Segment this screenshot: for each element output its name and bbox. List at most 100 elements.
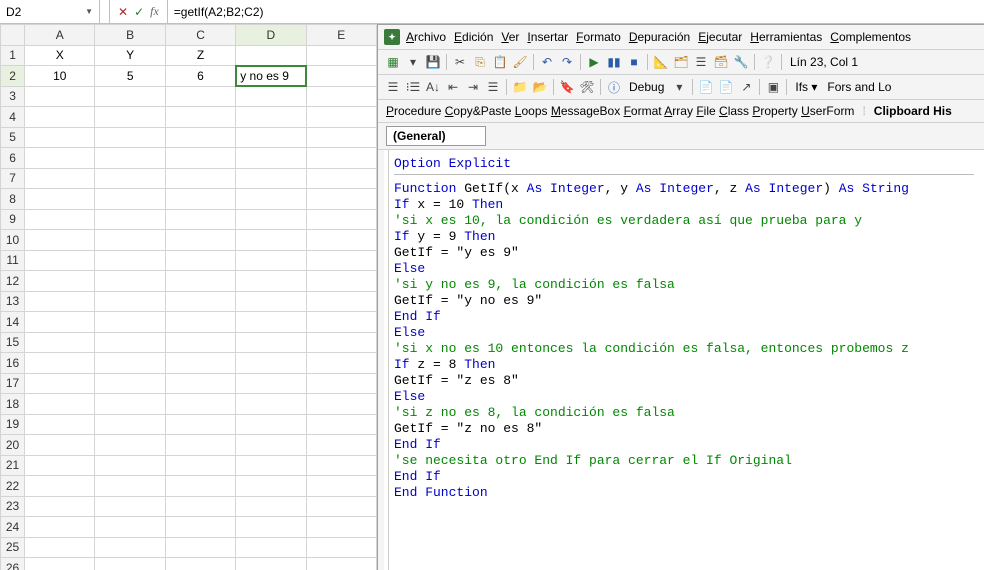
folder-open-icon[interactable]: 📂 bbox=[531, 78, 549, 96]
cell[interactable] bbox=[165, 558, 235, 570]
row-header[interactable]: 18 bbox=[1, 394, 25, 415]
paste-icon[interactable]: 📋 bbox=[491, 53, 509, 71]
cell[interactable] bbox=[165, 496, 235, 517]
cell[interactable] bbox=[165, 332, 235, 353]
folder-icon[interactable]: 📁 bbox=[511, 78, 529, 96]
row-header[interactable]: 24 bbox=[1, 517, 25, 538]
row-header[interactable]: 11 bbox=[1, 250, 25, 271]
dropdown-icon[interactable]: ▾ bbox=[404, 53, 422, 71]
cell[interactable] bbox=[236, 353, 306, 374]
cancel-icon[interactable]: ✕ bbox=[118, 5, 128, 19]
cell[interactable] bbox=[306, 168, 376, 189]
cell[interactable] bbox=[306, 312, 376, 333]
toolbox-icon[interactable]: 🔧 bbox=[732, 53, 750, 71]
cell[interactable] bbox=[95, 107, 165, 128]
cell[interactable] bbox=[236, 312, 306, 333]
cell[interactable] bbox=[306, 394, 376, 415]
cell[interactable] bbox=[165, 230, 235, 251]
column-header[interactable]: C bbox=[165, 25, 235, 46]
cell[interactable] bbox=[25, 189, 95, 210]
cell[interactable] bbox=[306, 353, 376, 374]
chevron-down-icon[interactable]: ▼ bbox=[85, 7, 93, 16]
cell[interactable] bbox=[95, 189, 165, 210]
cell[interactable] bbox=[25, 230, 95, 251]
cell[interactable] bbox=[95, 394, 165, 415]
cell[interactable] bbox=[165, 353, 235, 374]
cell[interactable] bbox=[306, 558, 376, 570]
cell[interactable] bbox=[95, 373, 165, 394]
cell[interactable] bbox=[25, 496, 95, 517]
bullets-icon[interactable]: ☰ bbox=[484, 78, 502, 96]
cell[interactable]: Z bbox=[165, 45, 235, 66]
cell[interactable] bbox=[165, 414, 235, 435]
column-header[interactable]: E bbox=[306, 25, 376, 46]
cell[interactable] bbox=[306, 414, 376, 435]
cell[interactable] bbox=[306, 271, 376, 292]
cell[interactable] bbox=[236, 476, 306, 497]
row-header[interactable]: 25 bbox=[1, 537, 25, 558]
cell[interactable] bbox=[95, 537, 165, 558]
cell[interactable] bbox=[165, 189, 235, 210]
fx-icon[interactable]: fx bbox=[150, 4, 159, 19]
bookmark-icon[interactable]: 🔖 bbox=[558, 78, 576, 96]
cell[interactable] bbox=[165, 517, 235, 538]
ifs-dropdown[interactable]: Ifs ▾ bbox=[791, 78, 821, 96]
cell[interactable] bbox=[306, 476, 376, 497]
row-header[interactable]: 1 bbox=[1, 45, 25, 66]
corner-cell[interactable] bbox=[1, 25, 25, 46]
chevron-down-icon[interactable]: ▾ bbox=[670, 78, 688, 96]
cell[interactable] bbox=[25, 476, 95, 497]
cell[interactable] bbox=[306, 45, 376, 66]
stop-icon[interactable]: ■ bbox=[625, 53, 643, 71]
cell[interactable] bbox=[25, 312, 95, 333]
row-header[interactable]: 7 bbox=[1, 168, 25, 189]
row-header[interactable]: 6 bbox=[1, 148, 25, 169]
cell[interactable] bbox=[236, 332, 306, 353]
cell[interactable]: 6 bbox=[165, 66, 235, 87]
debug-label[interactable]: Debug bbox=[625, 78, 668, 96]
row-header[interactable]: 2 bbox=[1, 66, 25, 87]
cell[interactable] bbox=[236, 271, 306, 292]
cell[interactable] bbox=[95, 148, 165, 169]
cell[interactable] bbox=[95, 476, 165, 497]
column-header[interactable]: A bbox=[25, 25, 95, 46]
cell[interactable] bbox=[95, 291, 165, 312]
properties-icon[interactable]: ☰ bbox=[692, 53, 710, 71]
menu-item[interactable]: Insertar bbox=[523, 28, 572, 46]
cell[interactable]: X bbox=[25, 45, 95, 66]
code-editor[interactable]: Option ExplicitFunction GetIf(x As Integ… bbox=[378, 150, 984, 570]
object-browser-icon[interactable]: 🗃 bbox=[712, 53, 730, 71]
menu-item[interactable]: Edición bbox=[450, 28, 497, 46]
cell[interactable] bbox=[95, 332, 165, 353]
cell[interactable] bbox=[306, 86, 376, 107]
redo-icon[interactable]: ↷ bbox=[558, 53, 576, 71]
cell[interactable] bbox=[236, 414, 306, 435]
cell[interactable]: Y bbox=[95, 45, 165, 66]
cell[interactable] bbox=[236, 189, 306, 210]
cell[interactable] bbox=[236, 209, 306, 230]
cell[interactable] bbox=[165, 250, 235, 271]
cell[interactable] bbox=[306, 455, 376, 476]
cell[interactable] bbox=[95, 435, 165, 456]
cell[interactable] bbox=[25, 435, 95, 456]
indent-icon[interactable]: ☰ bbox=[384, 78, 402, 96]
snippet-item[interactable]: Property bbox=[752, 104, 797, 118]
cell[interactable] bbox=[95, 455, 165, 476]
row-header[interactable]: 19 bbox=[1, 414, 25, 435]
cell[interactable] bbox=[236, 455, 306, 476]
cell[interactable] bbox=[95, 414, 165, 435]
snippet-item[interactable]: MessageBox bbox=[551, 104, 620, 118]
row-header[interactable]: 16 bbox=[1, 353, 25, 374]
cell[interactable] bbox=[306, 66, 376, 87]
cell[interactable] bbox=[95, 250, 165, 271]
cell[interactable] bbox=[95, 209, 165, 230]
object-dropdown[interactable]: (General) bbox=[386, 126, 486, 146]
cell[interactable] bbox=[306, 537, 376, 558]
cell[interactable] bbox=[306, 127, 376, 148]
cell[interactable] bbox=[165, 455, 235, 476]
cell[interactable] bbox=[236, 373, 306, 394]
cell[interactable] bbox=[236, 291, 306, 312]
cell[interactable] bbox=[306, 230, 376, 251]
copy-icon[interactable]: ⎘ bbox=[471, 53, 489, 71]
tools-icon[interactable]: 🛠 bbox=[578, 78, 596, 96]
